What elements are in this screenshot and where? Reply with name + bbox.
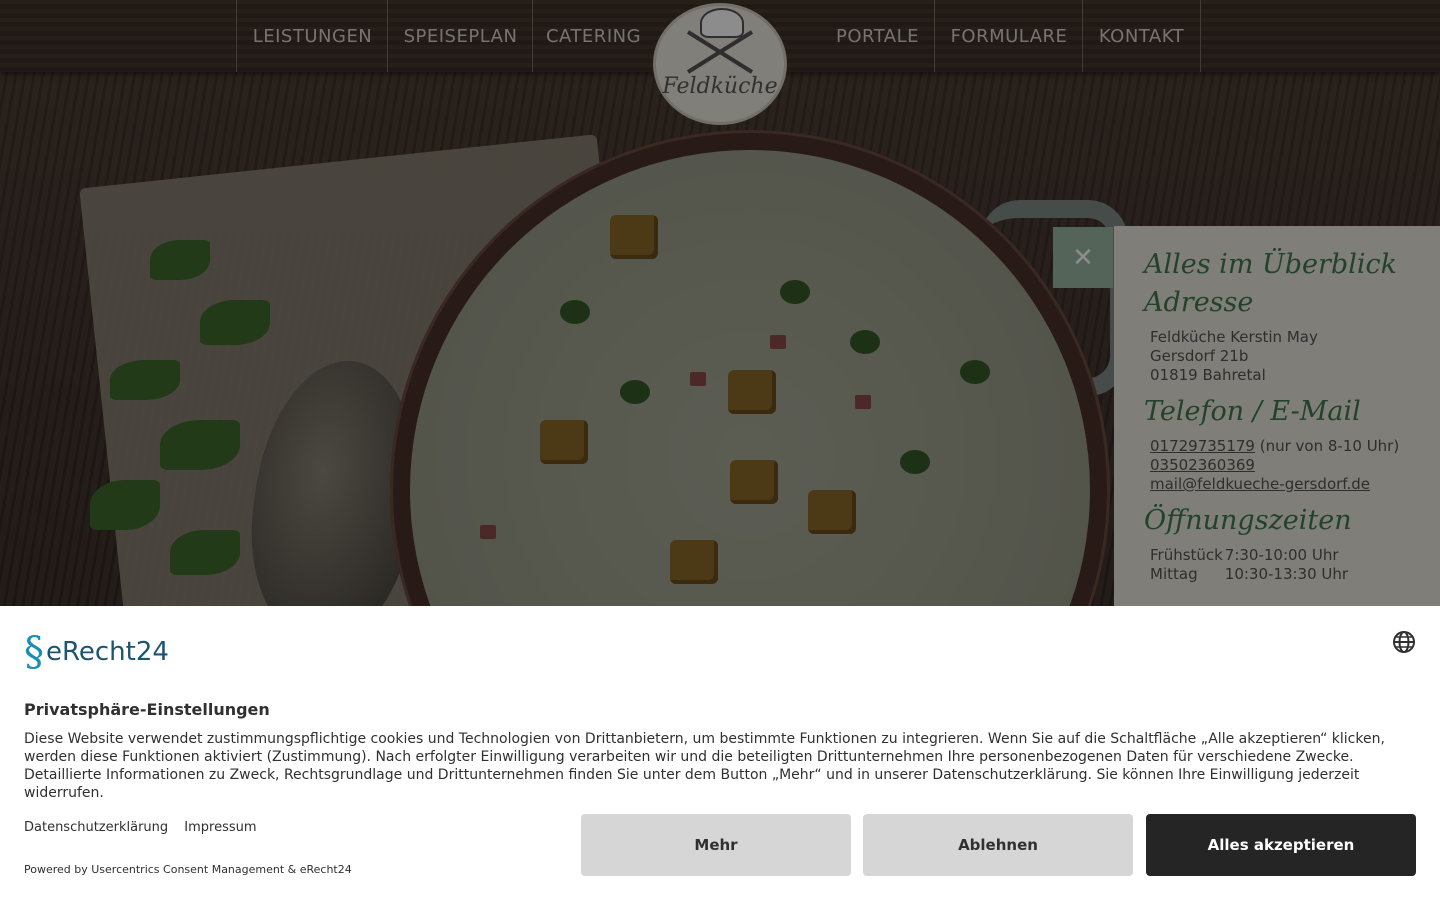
accept-all-button[interactable]: Alles akzeptieren	[1146, 814, 1416, 876]
decline-button[interactable]: Ablehnen	[863, 814, 1133, 876]
consent-banner: § eRecht24 Privatsphäre-Einstellungen Di…	[0, 606, 1440, 900]
erecht24-logo: § eRecht24	[24, 630, 169, 674]
consent-title: Privatsphäre-Einstellungen	[24, 700, 270, 719]
consent-links: Datenschutzerklärung Impressum	[24, 820, 269, 835]
globe-icon[interactable]	[1392, 630, 1416, 654]
privacy-link[interactable]: Datenschutzerklärung	[24, 820, 168, 835]
consent-text: Diese Website verwendet zustimmungspflic…	[24, 731, 1385, 801]
more-button[interactable]: Mehr	[581, 814, 851, 876]
imprint-link[interactable]: Impressum	[184, 820, 256, 835]
brand-name: eRecht24	[46, 637, 169, 667]
paragraph-icon: §	[24, 629, 44, 675]
powered-by: Powered by Usercentrics Consent Manageme…	[24, 863, 352, 876]
